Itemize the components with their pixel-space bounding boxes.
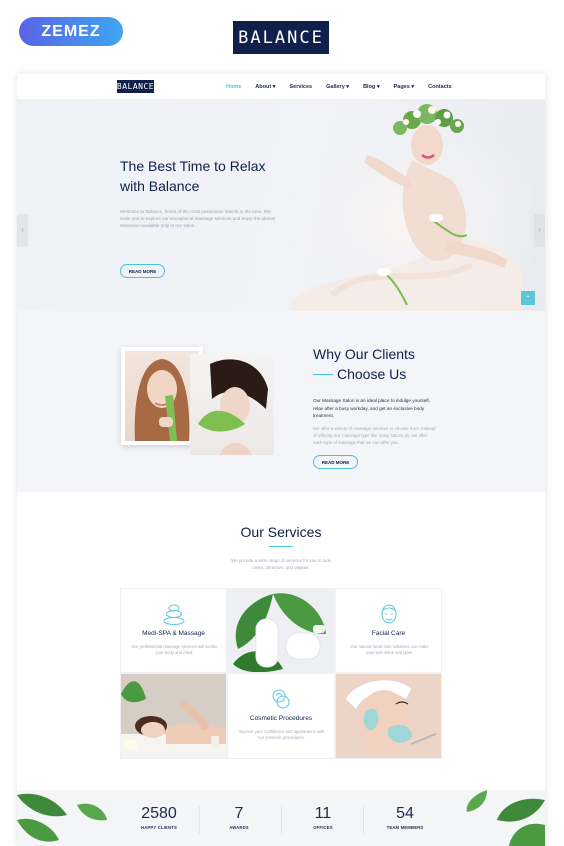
why-title-accent-line (313, 374, 333, 375)
service-card-cosmetic[interactable]: Cosmetic Procedures Improve your confide… (227, 673, 335, 759)
slider-prev-arrow-icon[interactable]: ‹ (17, 214, 28, 247)
chevron-down-icon: ▾ (346, 83, 350, 90)
client-photo-leaf (190, 354, 274, 455)
nav-item-pages[interactable]: Pages ▾ (394, 84, 415, 90)
nav-item-blog[interactable]: Blog ▾ (363, 84, 380, 90)
stat-team-members: 54 TEAM MEMBERS (375, 805, 435, 830)
nav-item-about[interactable]: About ▾ (255, 84, 275, 90)
stat-value: 2580 (141, 805, 177, 822)
service-image-massage (120, 673, 227, 759)
hero-title: The Best Time to Relax with Balance (120, 156, 300, 196)
services-section: Our Services We provide a wide range of … (17, 492, 545, 790)
chevron-down-icon: ▾ (411, 83, 415, 90)
nav-logo[interactable]: BALANCE (117, 80, 154, 93)
service-image-facial-mask (335, 673, 442, 759)
nav-item-label: Blog (363, 83, 376, 90)
stats-section: 2580 HAPPY CLIENTS 7 AWARDS 11 OFFICES 5… (17, 790, 545, 846)
why-section: Why Our Clients Choose Us Our Massage Sa… (17, 311, 545, 492)
nav-item-contacts[interactable]: Contacts (428, 84, 452, 90)
why-body-text: We offer a variety of massage services t… (313, 426, 436, 445)
hero-text: Welcome to Balance, home of the most pas… (120, 209, 276, 228)
service-card-facial-care[interactable]: Facial Care Our natural facial care solu… (335, 588, 442, 673)
service-name: Cosmetic Procedures (249, 715, 313, 722)
nav-item-home[interactable]: Home (226, 84, 241, 90)
services-title-accent-line (269, 546, 293, 547)
nav-item-label: Gallery (326, 83, 345, 90)
service-card-medi-spa[interactable]: Medi-SPA & Massage Our professional mass… (120, 588, 227, 673)
stones-icon (163, 604, 184, 625)
why-title-line2: Choose Us (337, 366, 407, 382)
why-read-more-button[interactable]: READ MORE (313, 455, 358, 469)
stat-label: HAPPY CLIENTS (140, 825, 178, 830)
zemez-badge[interactable]: ZEMEZ (19, 17, 123, 46)
service-name: Facial Care (371, 630, 406, 637)
stat-divider (363, 806, 364, 834)
stat-offices: 11 OFFICES (293, 805, 353, 830)
service-image-cosmetics (227, 588, 335, 673)
chevron-down-icon: ▾ (272, 83, 276, 90)
service-name: Medi-SPA & Massage (142, 630, 205, 637)
stat-awards: 7 AWARDS (209, 805, 269, 830)
stat-value: 54 (396, 805, 414, 822)
chevron-down-icon: ▾ (376, 83, 380, 90)
stat-divider (199, 806, 200, 834)
stat-happy-clients: 2580 HAPPY CLIENTS (129, 805, 189, 830)
services-subtitle: We provide a wide range of services for … (231, 558, 331, 570)
why-title-line1: Why Our Clients (313, 346, 415, 362)
hero-section: The Best Time to Relax with Balance Welc… (17, 100, 545, 311)
hero-title-line2: with Balance (120, 178, 200, 194)
site-preview: BALANCE Home About ▾ Services Gallery ▾ … (17, 74, 545, 846)
hero-read-more-button[interactable]: READ MORE (120, 264, 165, 278)
balance-logo: BALANCE (233, 21, 329, 54)
hero-image (282, 104, 532, 311)
navbar: BALANCE Home About ▾ Services Gallery ▾ … (17, 74, 545, 100)
stat-label: TEAM MEMBERS (386, 825, 424, 830)
stat-value: 7 (234, 805, 244, 822)
nav-item-label: About (255, 83, 272, 90)
stat-label: AWARDS (229, 825, 249, 830)
service-desc: Our natural facial care solutions can ma… (350, 644, 429, 656)
stat-value: 11 (314, 805, 332, 822)
stat-label: OFFICES (313, 825, 333, 830)
services-title: Our Services (240, 524, 322, 540)
services-grid: Medi-SPA & Massage Our professional mass… (120, 588, 442, 759)
service-desc: Improve your confidence and appearance w… (238, 729, 325, 741)
nav-item-gallery[interactable]: Gallery ▾ (326, 84, 349, 90)
service-desc: Our professional massage services will s… (131, 644, 218, 656)
face-icon (381, 604, 396, 624)
scroll-top-button[interactable]: ⌃ (521, 291, 535, 305)
nav-item-label: Pages (393, 83, 410, 90)
hero-title-line1: The Best Time to Relax (120, 158, 266, 174)
why-lead-text: Our Massage Salon is an ideal place to i… (313, 398, 430, 418)
slider-next-arrow-icon[interactable]: › (534, 214, 545, 247)
nav-menu: Home About ▾ Services Gallery ▾ Blog ▾ P… (226, 84, 466, 90)
stat-divider (281, 806, 282, 834)
nav-item-services[interactable]: Services (289, 84, 312, 90)
cosmetic-icon (272, 689, 290, 709)
